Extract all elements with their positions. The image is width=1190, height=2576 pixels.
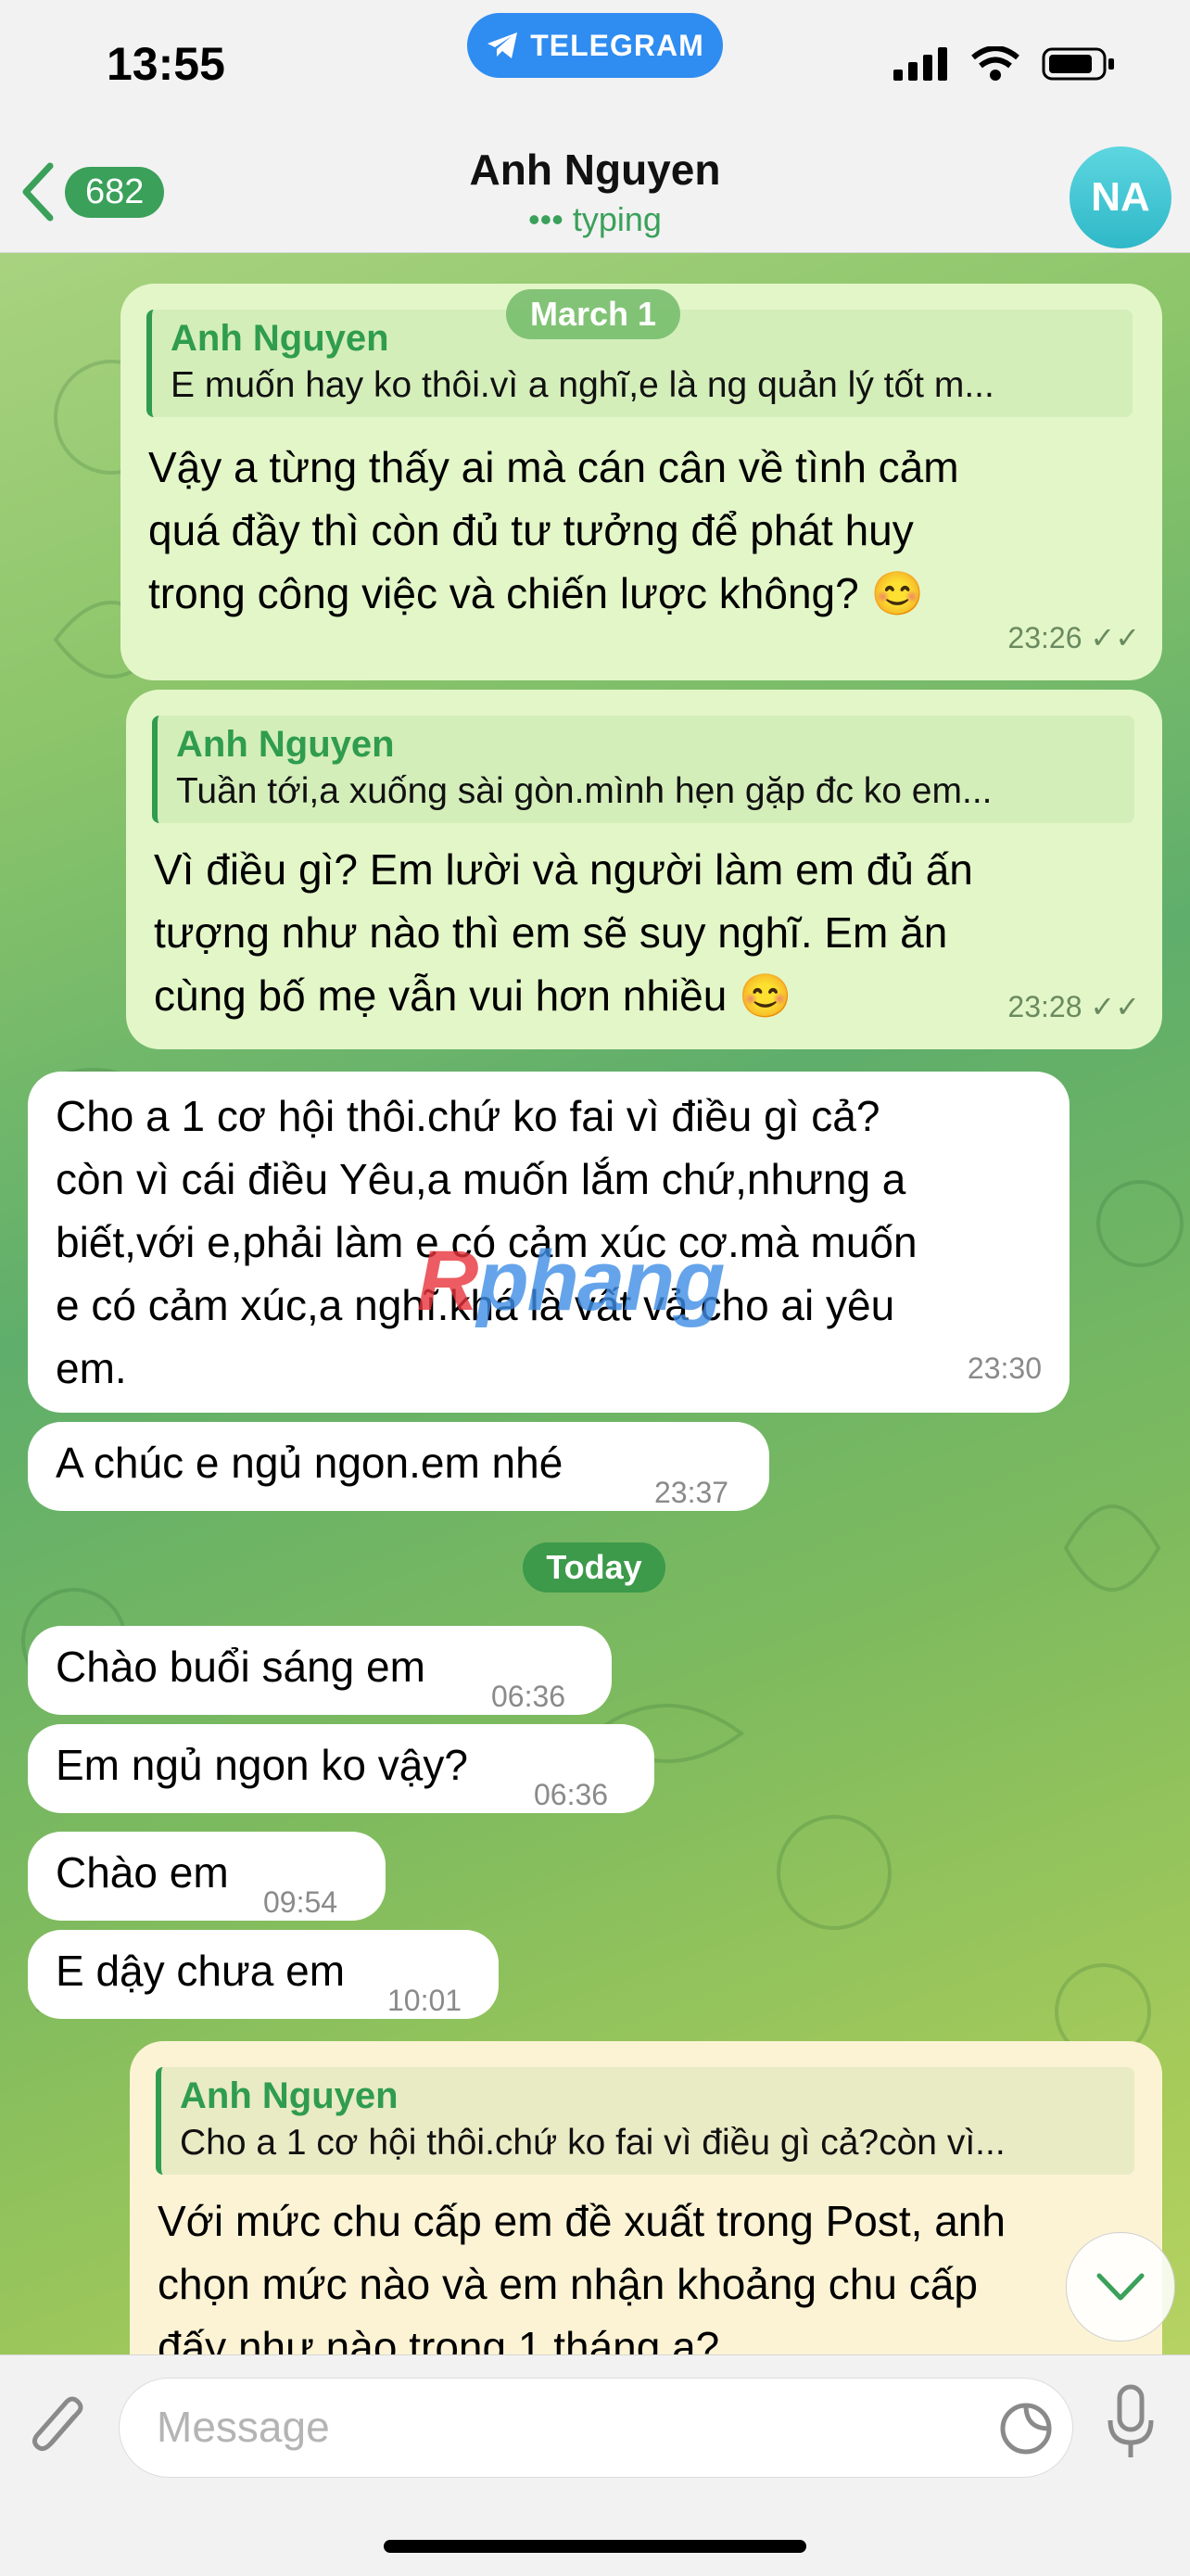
message-time: 09:54: [263, 1885, 338, 1919]
paperclip-icon[interactable]: [26, 2391, 91, 2465]
scroll-to-bottom-button[interactable]: [1066, 2232, 1175, 2341]
status-bar: 13:55 TELEGRAM: [0, 0, 1190, 139]
message-text: A chúc e ngủ ngon.em nhé: [56, 1439, 563, 1487]
message-bubble-incoming[interactable]: Chào buổi sáng em 06:36: [28, 1626, 612, 1715]
chat-header: 682 Anh Nguyen ••• typing NA: [0, 139, 1190, 253]
reply-quote[interactable]: Anh Nguyen Tuần tới,a xuống sài gòn.mình…: [152, 716, 1134, 823]
message-time: 10:01: [387, 1984, 462, 2017]
message-bubble-outgoing[interactable]: Anh Nguyen Tuần tới,a xuống sài gòn.mình…: [126, 690, 1162, 1049]
message-line: cùng bố mẹ vẫn vui hơn nhiều 😊: [154, 971, 792, 1020]
message-text: Chào buổi sáng em: [56, 1643, 425, 1691]
reply-quote[interactable]: Anh Nguyen Cho a 1 cơ hội thôi.chứ ko fa…: [156, 2067, 1134, 2175]
chevron-down-icon: [1096, 2273, 1145, 2301]
message-field[interactable]: [119, 2378, 1073, 2478]
reply-sender: Anh Nguyen: [176, 724, 395, 765]
message-line: trong công việc và chiến lược không? 😊: [148, 569, 924, 617]
wifi-icon: [971, 46, 1019, 81]
message-line: chọn mức nào và em nhận khoảng chu cấp: [158, 2260, 978, 2308]
message-line: quá đầy thì còn đủ tư tưởng để phát huy: [148, 506, 914, 554]
message-line: Cho a 1 cơ hội thôi.chứ ko fai vì điều g…: [56, 1092, 880, 1140]
battery-icon: [1042, 47, 1114, 81]
message-input[interactable]: [155, 2401, 993, 2453]
message-line: còn vì cái điều Yêu,a muốn lắm chứ,nhưng…: [56, 1155, 906, 1203]
date-separator: Today: [523, 1542, 665, 1593]
reply-text: E muốn hay ko thôi.vì a nghĩ,e là ng quả…: [171, 365, 994, 405]
message-bubble-outgoing[interactable]: Anh Nguyen E muốn hay ko thôi.vì a nghĩ,…: [120, 284, 1162, 680]
message-bubble-incoming[interactable]: A chúc e ngủ ngon.em nhé 23:37: [28, 1422, 769, 1511]
message-line: Vì điều gì? Em lười và người làm em đủ ấ…: [154, 845, 973, 894]
message-line: Vậy a từng thấy ai mà cán cân về tình cả…: [148, 443, 959, 491]
date-separator: March 1: [506, 289, 680, 339]
reply-text: Cho a 1 cơ hội thôi.chứ ko fai vì điều g…: [180, 2123, 1006, 2163]
contact-name[interactable]: Anh Nguyen: [0, 145, 1190, 195]
message-text: E dậy chưa em: [56, 1947, 346, 1995]
cellular-signal-icon: [893, 47, 947, 81]
message-bubble-incoming[interactable]: E dậy chưa em 10:01: [28, 1930, 499, 2019]
microphone-icon[interactable]: [1103, 2383, 1158, 2467]
reply-sender: Anh Nguyen: [180, 2075, 399, 2116]
watermark-logo: Rphang: [417, 1234, 725, 1328]
message-text: Em ngủ ngon ko vậy?: [56, 1741, 468, 1789]
home-indicator[interactable]: [384, 2540, 806, 2553]
telegram-plane-icon: [487, 32, 518, 58]
reply-text: Tuần tới,a xuống sài gòn.mình hẹn gặp đc…: [176, 771, 993, 811]
message-bubble-incoming[interactable]: Chào em 09:54: [28, 1832, 386, 1921]
message-line: em.: [56, 1344, 127, 1392]
telegram-label: TELEGRAM: [530, 28, 704, 62]
message-bubble-incoming[interactable]: Em ngủ ngon ko vậy? 06:36: [28, 1724, 654, 1813]
telegram-return-pill[interactable]: TELEGRAM: [467, 13, 723, 78]
message-line: Với mức chu cấp em đề xuất trong Post, a…: [158, 2197, 1006, 2245]
sticker-icon[interactable]: [998, 2401, 1054, 2456]
avatar[interactable]: NA: [1070, 146, 1171, 248]
message-text: Chào em: [56, 1848, 229, 1897]
message-time: 23:30: [967, 1351, 1042, 1385]
message-line: tượng như nào thì em sẽ suy nghĩ. Em ăn: [154, 908, 948, 957]
message-time: 06:36: [534, 1778, 609, 1811]
message-time: 06:36: [491, 1680, 566, 1713]
message-time: 23:37: [654, 1476, 729, 1509]
typing-status: ••• typing: [528, 200, 662, 238]
message-time: 23:28 ✓✓: [1007, 990, 1140, 1023]
message-time: 23:26 ✓✓: [1007, 621, 1140, 654]
status-time: 13:55: [107, 38, 225, 90]
